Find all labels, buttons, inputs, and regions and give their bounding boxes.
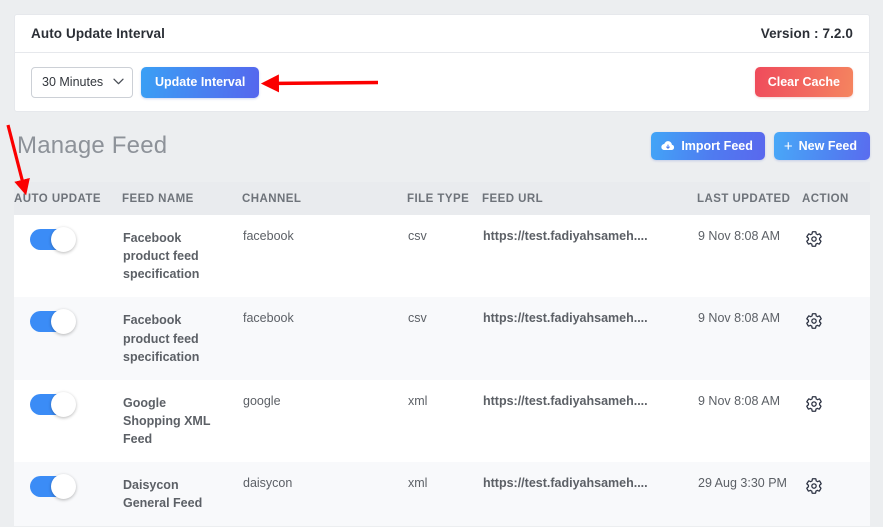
- interval-card-body: 30 Minutes Update Interval Clear Cache: [15, 53, 869, 111]
- auto-update-interval-card: Auto Update Interval Version : 7.2.0 30 …: [14, 14, 870, 112]
- interval-select[interactable]: 30 Minutes: [31, 66, 133, 98]
- feed-table-head: AUTO UPDATE FEED NAME CHANNEL FILE TYPE …: [14, 182, 870, 215]
- cell-file-type: csv: [408, 229, 427, 243]
- column-header-file-type: FILE TYPE: [407, 182, 482, 215]
- auto-update-toggle[interactable]: [30, 474, 76, 500]
- feed-manager-page: Auto Update Interval Version : 7.2.0 30 …: [0, 0, 883, 527]
- gear-icon[interactable]: [804, 311, 824, 331]
- plus-icon: +: [783, 137, 793, 155]
- new-feed-label: New Feed: [798, 139, 857, 153]
- page-title: Manage Feed: [17, 132, 168, 159]
- clear-cache-button[interactable]: Clear Cache: [754, 67, 853, 97]
- cell-action: [802, 215, 870, 297]
- cell-last-updated: 9 Nov 8:08 AM: [698, 393, 780, 408]
- cell-action: [802, 297, 870, 379]
- interval-select-wrapper: 30 Minutes: [31, 66, 133, 98]
- gear-icon[interactable]: [804, 394, 824, 414]
- new-feed-button[interactable]: + New Feed: [773, 132, 870, 160]
- cell-last-updated: 29 Aug 3:30 PM: [698, 476, 787, 491]
- cell-feed-url[interactable]: https://test.fadiyahsameh....: [482, 297, 697, 379]
- cell-feed-name: Google Shopping XML Feed: [123, 395, 211, 446]
- update-interval-button[interactable]: Update Interval: [141, 66, 260, 98]
- cloud-download-icon: [661, 140, 675, 152]
- column-header-last-updated: LAST UPDATED: [697, 182, 802, 215]
- auto-update-toggle[interactable]: [30, 309, 76, 335]
- auto-update-toggle[interactable]: [30, 227, 76, 252]
- table-row: Facebook product feed specification faceb…: [14, 297, 870, 380]
- cell-file-type: xml: [408, 476, 428, 491]
- column-header-feed-name: FEED NAME: [122, 182, 242, 215]
- cell-action: [802, 380, 870, 462]
- cell-feed-name: Facebook product feed specification: [123, 313, 200, 364]
- interval-card-header: Auto Update Interval Version : 7.2.0: [15, 15, 869, 53]
- version-label: Version : 7.2.0: [760, 26, 853, 41]
- feed-table-body: Facebook product feed specification faceb…: [14, 215, 870, 527]
- manage-feed-heading-row: Manage Feed Import Feed + New Feed: [14, 130, 870, 178]
- cell-feed-url[interactable]: https://test.fadiyahsameh....: [482, 462, 697, 526]
- cell-feed-name: Facebook product feed specification: [123, 231, 200, 282]
- cell-feed-url[interactable]: https://test.fadiyahsameh....: [482, 380, 697, 462]
- toggle-knob: [51, 227, 76, 252]
- import-feed-button[interactable]: Import Feed: [651, 132, 765, 160]
- import-feed-label: Import Feed: [681, 139, 753, 153]
- column-header-auto-update: AUTO UPDATE: [14, 182, 122, 215]
- toggle-knob: [51, 309, 76, 335]
- cell-feed-url[interactable]: https://test.fadiyahsameh....: [482, 215, 697, 297]
- column-header-channel: CHANNEL: [242, 182, 407, 215]
- gear-icon[interactable]: [804, 229, 824, 249]
- column-header-action: ACTION: [802, 182, 870, 215]
- cell-file-type: csv: [408, 311, 427, 326]
- auto-update-toggle[interactable]: [30, 391, 76, 417]
- cell-action: [802, 462, 870, 526]
- cell-channel: facebook: [243, 311, 294, 326]
- table-row: Google Shopping XML Feed google xml https:/…: [14, 379, 870, 463]
- cell-auto-update: [14, 380, 122, 462]
- toggle-knob: [51, 391, 76, 417]
- cell-auto-update: [14, 215, 122, 297]
- interval-card-title: Auto Update Interval: [31, 26, 166, 41]
- cell-last-updated: 9 Nov 8:08 AM: [698, 229, 780, 243]
- toggle-knob: [51, 474, 76, 500]
- column-header-feed-url: FEED URL: [482, 182, 697, 215]
- cell-channel: daisycon: [243, 476, 293, 491]
- cell-file-type: xml: [408, 393, 428, 408]
- table-header-row: AUTO UPDATE FEED NAME CHANNEL FILE TYPE …: [14, 182, 870, 215]
- heading-actions: Import Feed + New Feed: [651, 132, 870, 160]
- table-row: Facebook product feed specification faceb…: [14, 215, 870, 298]
- cell-channel: facebook: [243, 229, 294, 243]
- cell-feed-name: Daisycon General Feed: [123, 478, 203, 511]
- feed-table-container: AUTO UPDATE FEED NAME CHANNEL FILE TYPE …: [14, 182, 870, 527]
- cell-auto-update: [14, 297, 122, 379]
- cell-auto-update: [14, 462, 122, 526]
- table-row: Daisycon General Feed daisycon xml https://…: [14, 462, 870, 527]
- gear-icon[interactable]: [804, 476, 824, 496]
- feed-table: AUTO UPDATE FEED NAME CHANNEL FILE TYPE …: [14, 182, 870, 527]
- cell-channel: google: [243, 393, 281, 408]
- cell-last-updated: 9 Nov 8:08 AM: [698, 311, 780, 326]
